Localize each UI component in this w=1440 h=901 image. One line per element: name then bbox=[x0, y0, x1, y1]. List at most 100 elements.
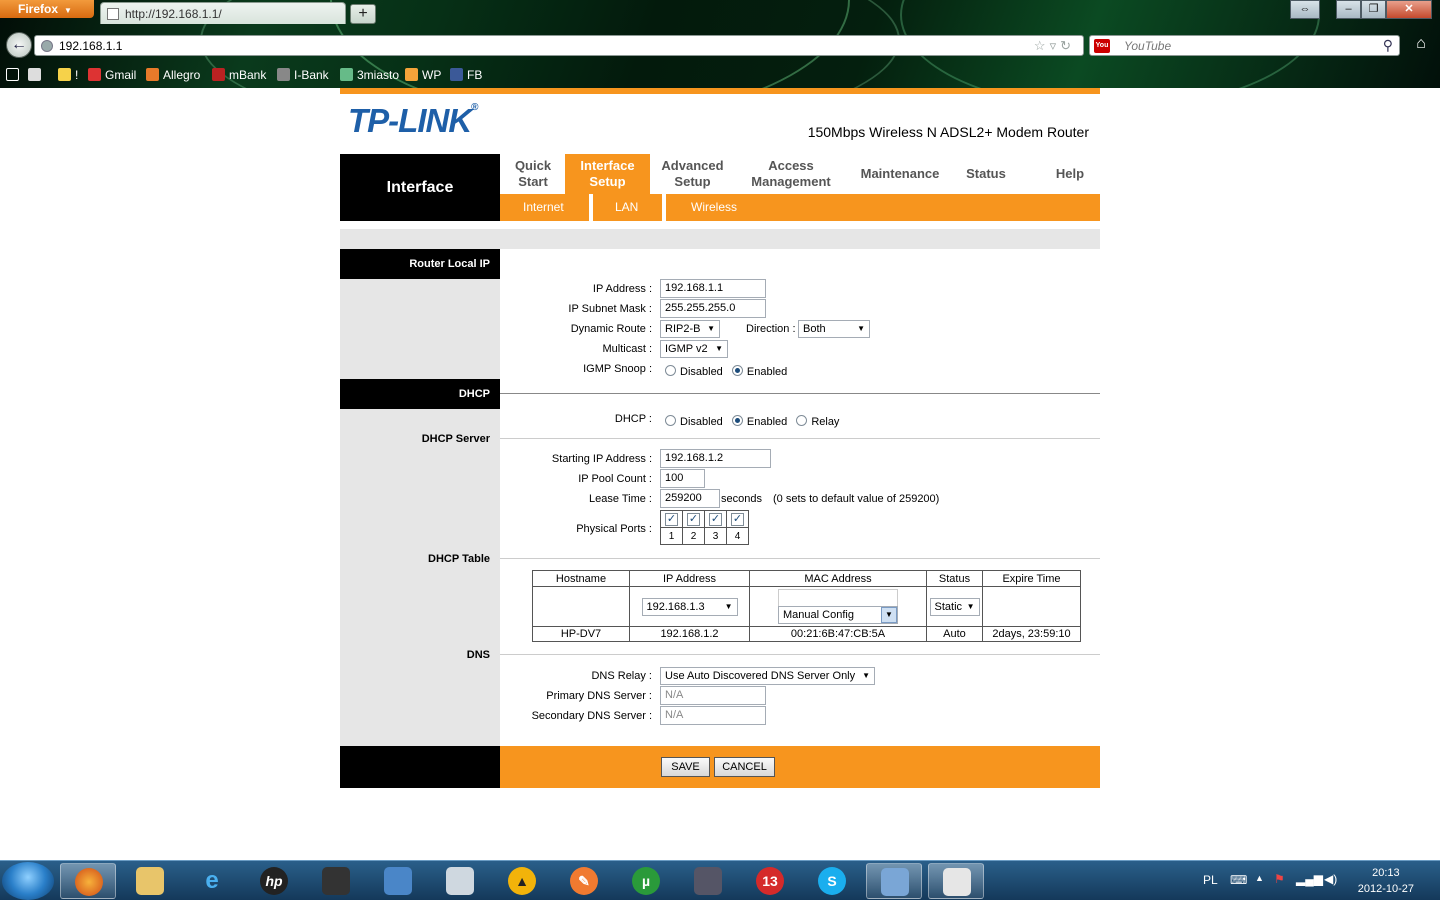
home-icon[interactable]: ⌂ bbox=[1410, 35, 1432, 56]
bookmark-item[interactable]: FB bbox=[450, 68, 482, 82]
primary-dns-input[interactable]: N/A bbox=[660, 686, 766, 705]
minimize-button[interactable]: – bbox=[1336, 0, 1361, 19]
taskbar-app[interactable]: 13 bbox=[742, 863, 798, 899]
nav-advanced-setup[interactable]: Advanced Setup bbox=[650, 154, 735, 194]
cancel-button[interactable]: CANCEL bbox=[714, 757, 775, 777]
language-indicator[interactable]: PL bbox=[1203, 873, 1218, 887]
nav-status[interactable]: Status bbox=[953, 154, 1019, 194]
close-button[interactable]: ✕ bbox=[1386, 0, 1432, 19]
save-button[interactable]: SAVE bbox=[661, 757, 710, 777]
starting-ip-input[interactable]: 192.168.1.2 bbox=[660, 449, 771, 468]
direction-select[interactable]: Both ▼ bbox=[798, 320, 870, 338]
multicast-select[interactable]: IGMP v2 ▼ bbox=[660, 340, 728, 358]
back-button[interactable]: ← bbox=[6, 32, 32, 58]
youtube-icon: You bbox=[1094, 39, 1110, 53]
port-checkbox[interactable]: ✓ bbox=[704, 510, 727, 528]
divider bbox=[500, 438, 1100, 439]
maximize-button[interactable]: ❐ bbox=[1361, 0, 1386, 19]
subnav-lan[interactable]: LAN bbox=[615, 200, 638, 214]
bookmark-item[interactable]: 3miasto bbox=[340, 68, 399, 82]
subnav-internet[interactable]: Internet bbox=[523, 200, 564, 214]
button-bar-left bbox=[340, 746, 500, 788]
show-bookmarks-icon[interactable] bbox=[6, 68, 23, 82]
dns-relay-select[interactable]: Use Auto Discovered DNS Server Only ▼ bbox=[660, 667, 875, 685]
mac-cell: Manual Config ▼ bbox=[749, 586, 927, 627]
status-select[interactable]: Static ▼ bbox=[929, 597, 980, 616]
divider bbox=[500, 654, 1100, 655]
taskbar-paint[interactable] bbox=[928, 863, 984, 899]
router-page: TP-LINK® 150Mbps Wireless N ADSL2+ Modem… bbox=[340, 88, 1100, 788]
taskbar-remote[interactable] bbox=[370, 863, 426, 899]
bookmark-item[interactable]: I-Bank bbox=[277, 68, 329, 82]
igmp-disabled-radio[interactable] bbox=[665, 365, 676, 376]
system-tray: PL ⌨ ▲ ⚑ ▂▄▆ ◀) 20:13 2012-10-27 bbox=[1190, 861, 1440, 901]
port-checkbox[interactable]: ✓ bbox=[682, 510, 705, 528]
dhcp-disabled-radio[interactable] bbox=[665, 415, 676, 426]
show-hidden-icons[interactable]: ▲ bbox=[1255, 873, 1264, 883]
taskbar-skype[interactable]: S bbox=[804, 863, 860, 899]
secondary-dns-input[interactable]: N/A bbox=[660, 706, 766, 725]
network-icon[interactable]: ▂▄▆ bbox=[1296, 872, 1323, 886]
nav-interface-setup[interactable]: Interface Setup bbox=[565, 154, 650, 194]
bookmark-item[interactable]: Allegro bbox=[146, 68, 200, 82]
taskbar-control-panel[interactable] bbox=[866, 863, 922, 899]
pool-count-input[interactable]: 100 bbox=[660, 469, 705, 488]
port-checkbox[interactable]: ✓ bbox=[660, 510, 683, 528]
movie-maker-icon bbox=[322, 867, 350, 895]
volume-icon[interactable]: ◀) bbox=[1324, 872, 1337, 886]
nav-maintenance[interactable]: Maintenance bbox=[847, 154, 953, 194]
mac-input[interactable] bbox=[778, 589, 898, 606]
port-checkbox[interactable]: ✓ bbox=[726, 510, 749, 528]
address-bar[interactable]: 192.168.1.1 ☆▿↻ bbox=[34, 35, 1084, 56]
tab-title: http://192.168.1.1/ bbox=[125, 7, 222, 21]
bookmark-item[interactable]: Gmail bbox=[88, 68, 136, 82]
search-input[interactable]: You YouTube ⚲ bbox=[1089, 35, 1400, 56]
subnet-mask-input[interactable]: 255.255.255.0 bbox=[660, 299, 766, 318]
search-icon[interactable]: ⚲ bbox=[1383, 37, 1393, 54]
tp-link-logo: TP-LINK® bbox=[348, 102, 479, 139]
nav-quick-start[interactable]: Quick Start bbox=[500, 154, 566, 194]
taskbar-app[interactable]: ▲ bbox=[494, 863, 550, 899]
dynamic-route-select[interactable]: RIP2-B ▼ bbox=[660, 320, 720, 338]
firefox-menu-button[interactable]: Firefox ▼ bbox=[0, 0, 94, 18]
taskbar-media[interactable] bbox=[308, 863, 364, 899]
nav-access-management[interactable]: Access Management bbox=[735, 154, 847, 194]
taskbar-explorer[interactable] bbox=[122, 863, 178, 899]
dhcp-relay-radio[interactable] bbox=[796, 415, 808, 426]
bookmark-item[interactable]: ! bbox=[58, 68, 78, 82]
taskbar-app[interactable]: ✎ bbox=[556, 863, 612, 899]
mac-select[interactable]: Manual Config ▼ bbox=[778, 606, 898, 624]
taskbar-ie[interactable]: e bbox=[184, 863, 240, 899]
taskbar-hp[interactable]: hp bbox=[246, 863, 302, 899]
hostname-cell: HP-DV7 bbox=[532, 626, 630, 642]
column-header: Hostname bbox=[532, 570, 630, 587]
model-name: 150Mbps Wireless N ADSL2+ Modem Router bbox=[807, 124, 1089, 140]
action-center-icon[interactable]: ⚑ bbox=[1274, 872, 1285, 886]
direction-label: Direction : bbox=[746, 323, 796, 335]
taskbar-firefox[interactable] bbox=[60, 863, 116, 899]
ip-select[interactable]: 192.168.1.3 ▼ bbox=[641, 597, 738, 616]
nav-help[interactable]: Help bbox=[1040, 154, 1100, 194]
dhcp-enabled-radio[interactable] bbox=[731, 415, 743, 426]
lease-note: (0 sets to default value of 259200) bbox=[773, 493, 940, 505]
taskbar-game[interactable] bbox=[680, 863, 736, 899]
new-tab-button[interactable]: + bbox=[350, 4, 376, 24]
browser-tab[interactable]: http://192.168.1.1/ bbox=[100, 2, 346, 24]
bookmark-star-icon[interactable]: ☆▿↻ bbox=[1034, 38, 1075, 54]
bookmark-item[interactable]: WP bbox=[405, 68, 441, 82]
ip-address-input[interactable]: 192.168.1.1 bbox=[660, 279, 766, 298]
keyboard-icon[interactable]: ⌨ bbox=[1230, 873, 1247, 887]
clock[interactable]: 20:13 2012-10-27 bbox=[1358, 865, 1414, 897]
bookmark-item[interactable]: mBank bbox=[212, 68, 266, 82]
igmp-enabled-radio[interactable] bbox=[731, 365, 743, 376]
taskbar-utorrent[interactable]: µ bbox=[618, 863, 674, 899]
start-button[interactable] bbox=[2, 862, 54, 900]
column-header: Expire Time bbox=[982, 570, 1081, 587]
subnav-wireless[interactable]: Wireless bbox=[691, 200, 737, 214]
print-icon[interactable] bbox=[28, 68, 45, 82]
resize-icon[interactable]: ⇔ bbox=[1290, 0, 1320, 19]
lease-time-input[interactable]: 259200 bbox=[660, 489, 720, 508]
paint-icon bbox=[943, 868, 971, 896]
hp-icon: hp bbox=[260, 867, 288, 895]
taskbar-calculator[interactable] bbox=[432, 863, 488, 899]
